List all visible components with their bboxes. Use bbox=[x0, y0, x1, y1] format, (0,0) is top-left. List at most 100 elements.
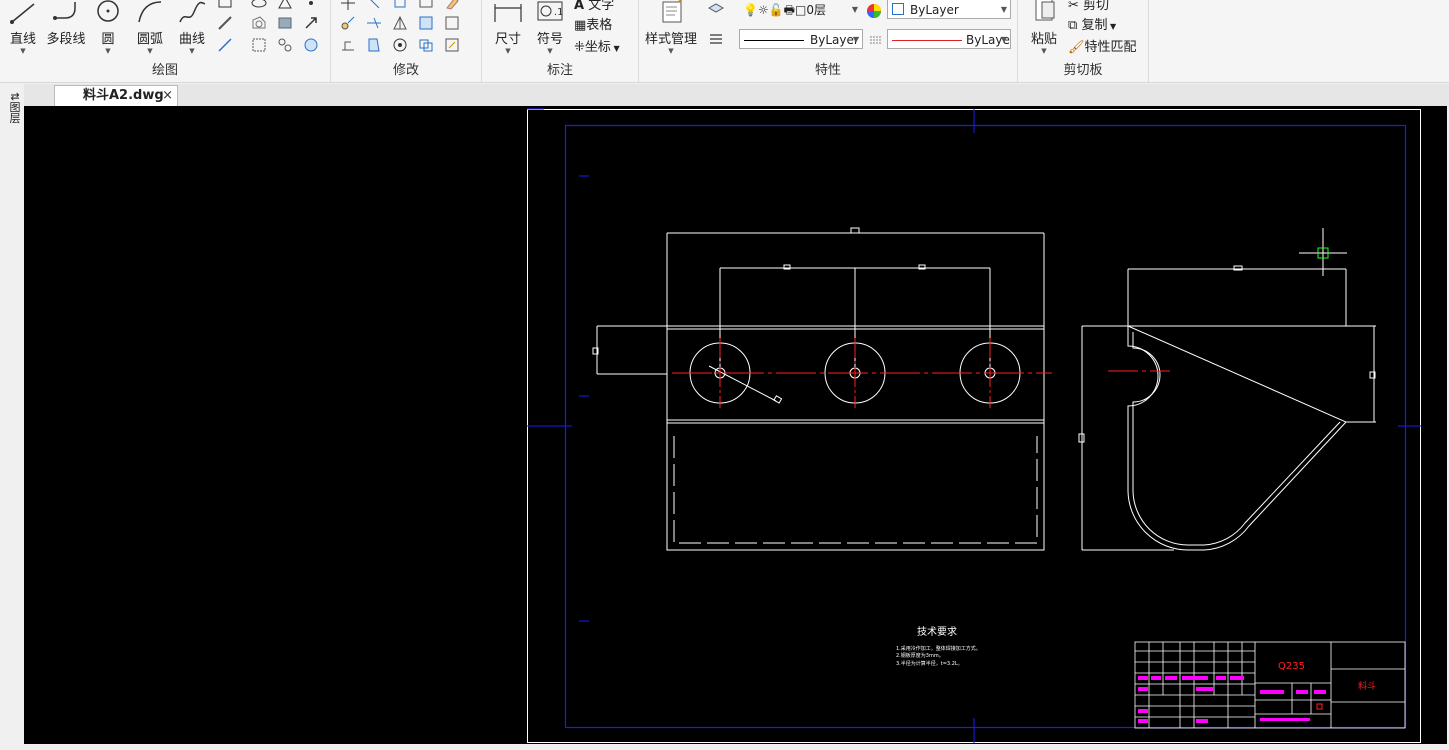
clipboard-group: 粘贴 ▼ ✂ 剪切 ⧉ 复制 ▼ 🖌特性匹配 剪切板 bbox=[1018, 0, 1149, 82]
edit-tool[interactable] bbox=[443, 36, 461, 54]
text-icon: A bbox=[574, 0, 585, 13]
move-tool[interactable] bbox=[339, 0, 357, 12]
stretch-tool[interactable] bbox=[339, 14, 357, 32]
properties-group-title: 特性 bbox=[814, 63, 841, 78]
polyline-label: 多段线 bbox=[46, 32, 86, 47]
paste-icon bbox=[1035, 0, 1055, 21]
ellipse-icon bbox=[251, 0, 267, 8]
modify-group-title: 修改 bbox=[392, 63, 419, 78]
color-wheel-icon bbox=[867, 4, 881, 18]
lineweight-select[interactable]: ByLaye ▼ bbox=[887, 29, 1011, 49]
paste-label: 粘贴 bbox=[1030, 32, 1057, 47]
cut-button[interactable]: ✂ 剪切 bbox=[1068, 0, 1109, 13]
point-tool[interactable] bbox=[302, 0, 320, 12]
symbol-button[interactable]: .1 符号 ▼ bbox=[532, 0, 568, 55]
match-properties-button[interactable]: 🖌特性匹配 bbox=[1068, 36, 1137, 55]
curve-button[interactable]: 曲线 ▼ bbox=[174, 0, 210, 55]
stretch-icon bbox=[341, 16, 355, 30]
drawing-canvas[interactable]: 技术要求 1.采用冷作加工，整体焊接加工方式。 2.钢板厚度为3mm。 3.半径… bbox=[24, 106, 1447, 746]
offset-icon bbox=[445, 16, 459, 30]
mirror-icon bbox=[419, 0, 433, 8]
text-label: 文字 bbox=[588, 0, 615, 13]
chevron-down-icon: ▼ bbox=[547, 47, 553, 55]
scale-tool[interactable] bbox=[417, 14, 435, 32]
offset-tool[interactable] bbox=[443, 14, 461, 32]
color-wheel-button[interactable] bbox=[865, 2, 883, 20]
wipeout-icon bbox=[304, 38, 318, 52]
layer-select[interactable]: 💡☼🔓🖶□0层 ▼ bbox=[739, 0, 861, 20]
polygon-tool[interactable] bbox=[276, 0, 294, 12]
layout-tabs[interactable] bbox=[24, 744, 1449, 750]
draw-group-title: 绘图 bbox=[151, 63, 178, 78]
lineweight-button[interactable] bbox=[707, 30, 725, 48]
rotate-tool[interactable] bbox=[365, 0, 383, 12]
linetype-value: ByLayer bbox=[810, 33, 859, 47]
chevron-down-icon: ▼ bbox=[147, 47, 153, 55]
copy-entity-icon bbox=[394, 0, 406, 8]
brush-icon: 🖌 bbox=[1068, 40, 1085, 55]
line-button[interactable]: 直线 ▼ bbox=[6, 0, 40, 55]
ellipse-tool[interactable] bbox=[250, 0, 268, 12]
chevron-down-icon: ▼ bbox=[1000, 5, 1007, 14]
text-button[interactable]: A 文字 bbox=[574, 0, 614, 13]
explode-tool[interactable] bbox=[391, 36, 409, 54]
coordinate-label: 坐标 bbox=[584, 40, 611, 55]
edit-icon bbox=[445, 38, 459, 52]
cut-label: 剪切 bbox=[1083, 0, 1110, 13]
modify-group: 修改 bbox=[331, 0, 482, 82]
chevron-down-icon: ▼ bbox=[668, 47, 674, 55]
trim-tool[interactable] bbox=[365, 14, 383, 32]
trim-icon bbox=[367, 17, 381, 29]
style-manager-button[interactable]: 样式管理 ▼ bbox=[643, 0, 699, 55]
tech-requirements-title: 技术要求 bbox=[917, 625, 957, 638]
arc-button[interactable]: 圆弧 ▼ bbox=[132, 0, 168, 55]
ray-tool[interactable] bbox=[216, 36, 234, 54]
close-icon[interactable]: × bbox=[162, 86, 173, 106]
polyline-icon bbox=[53, 2, 76, 20]
chevron-down-icon: ▼ bbox=[610, 44, 620, 53]
drawing-svg: 技术要求 1.采用冷作加工，整体焊接加工方式。 2.钢板厚度为3mm。 3.半径… bbox=[527, 108, 1421, 743]
chamfer-tool[interactable] bbox=[365, 36, 383, 54]
side-panel: ⇅图层 bbox=[0, 84, 25, 750]
layers-panel-toggle[interactable]: ⇅图层 bbox=[4, 92, 21, 123]
layer-properties-button[interactable] bbox=[707, 0, 725, 18]
chevron-down-icon: ▼ bbox=[105, 47, 111, 55]
copy-label: 复制 bbox=[1081, 18, 1108, 33]
document-tab[interactable]: 料斗A2.dwg × bbox=[54, 85, 178, 106]
fillet-tool[interactable] bbox=[339, 36, 357, 54]
table-button[interactable]: ▦表格 bbox=[574, 14, 612, 33]
part-name-text: 料斗 bbox=[1358, 680, 1376, 692]
insert-block-tool[interactable] bbox=[276, 36, 294, 54]
coordinate-button[interactable]: ⁜坐标 ▼ bbox=[574, 36, 620, 55]
side-view bbox=[1078, 265, 1376, 551]
drawing-frame bbox=[564, 124, 1407, 729]
chevron-down-icon: ▼ bbox=[1000, 35, 1007, 44]
polyline-button[interactable]: 多段线 bbox=[44, 0, 88, 47]
tech-requirement-line-2: 2.钢板厚度为3mm。 bbox=[896, 652, 944, 659]
array-tool[interactable] bbox=[391, 14, 409, 32]
mirror-tool[interactable] bbox=[417, 0, 435, 12]
erase-tool[interactable] bbox=[443, 0, 461, 12]
line-label: 直线 bbox=[9, 32, 36, 47]
document-tab-bar: 料斗A2.dwg × bbox=[24, 84, 1449, 106]
region-tool[interactable] bbox=[250, 14, 268, 32]
block-tool[interactable] bbox=[250, 36, 268, 54]
dimension-button[interactable]: 尺寸 ▼ bbox=[490, 0, 526, 55]
wipeout-tool[interactable] bbox=[302, 36, 320, 54]
join-tool[interactable] bbox=[417, 36, 435, 54]
lineweight-list-button[interactable] bbox=[867, 31, 885, 49]
rectangle-tool[interactable] bbox=[216, 0, 234, 12]
circle-button[interactable]: 圆 ▼ bbox=[92, 0, 124, 55]
chevron-down-icon: ▼ bbox=[20, 47, 26, 55]
construction-line-tool[interactable] bbox=[216, 14, 234, 32]
linetype-select[interactable]: ByLayer ▼ bbox=[739, 29, 863, 49]
copy-entity-tool[interactable] bbox=[391, 0, 409, 12]
hatch-tool[interactable] bbox=[276, 14, 294, 32]
color-select[interactable]: ByLayer ▼ bbox=[887, 0, 1011, 19]
match-properties-label: 特性匹配 bbox=[1084, 40, 1137, 55]
svg-text:.1: .1 bbox=[554, 7, 564, 18]
arrow-tool[interactable] bbox=[302, 14, 320, 32]
copy-button[interactable]: ⧉ 复制 ▼ bbox=[1068, 14, 1116, 33]
paste-button[interactable]: 粘贴 ▼ bbox=[1026, 0, 1062, 55]
ribbon: 直线 ▼ 多段线 圆 ▼ 圆弧 ▼ 曲线 ▼ 绘图 修改 尺寸 ▼ .1 符号 … bbox=[0, 0, 1449, 83]
